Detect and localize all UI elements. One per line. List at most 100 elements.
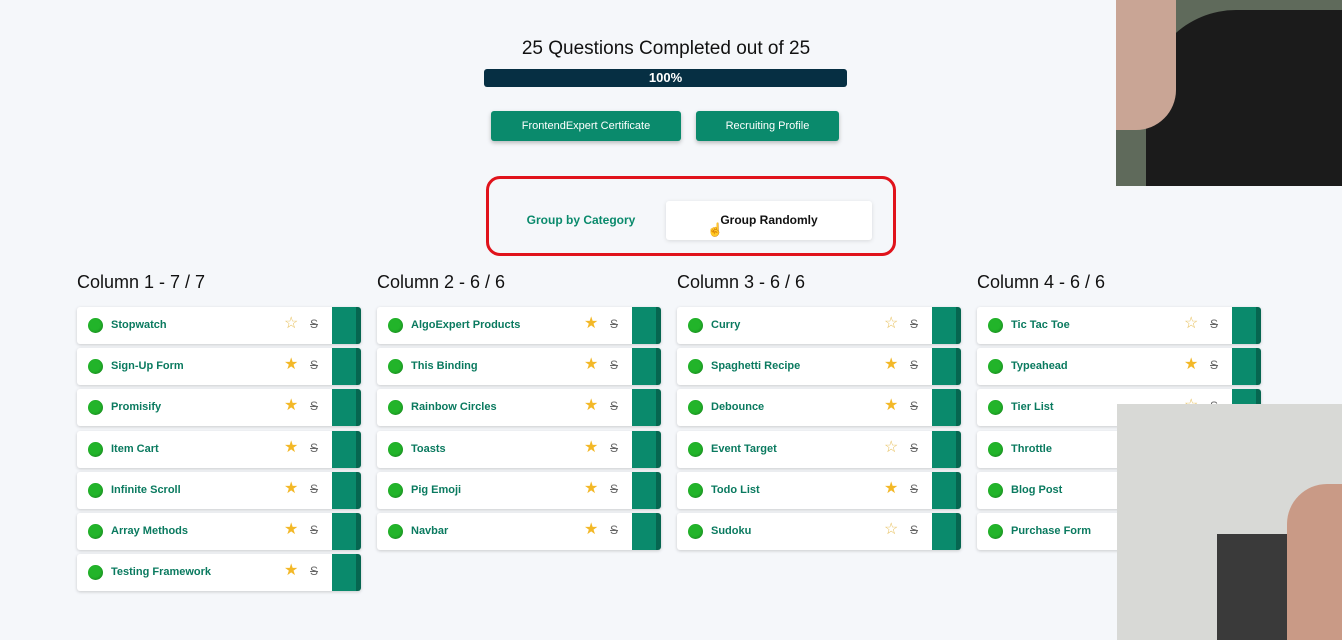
star-icon[interactable]: ☆ bbox=[1184, 315, 1198, 333]
question-name[interactable]: Tier List bbox=[1011, 389, 1054, 426]
strikethrough-icon[interactable]: S bbox=[910, 358, 918, 372]
question-card[interactable]: This Binding ★ S bbox=[377, 348, 661, 386]
question-open-tab[interactable] bbox=[632, 348, 661, 386]
question-card[interactable]: Array Methods ★ S bbox=[77, 512, 361, 550]
strikethrough-icon[interactable]: S bbox=[910, 317, 918, 331]
strikethrough-icon[interactable]: S bbox=[310, 523, 318, 537]
question-card[interactable]: Debounce ★ S bbox=[677, 389, 961, 427]
question-name[interactable]: Curry bbox=[711, 307, 740, 344]
star-icon[interactable]: ★ bbox=[284, 439, 298, 457]
strikethrough-icon[interactable]: S bbox=[310, 399, 318, 413]
question-open-tab[interactable] bbox=[632, 307, 661, 344]
question-card[interactable]: Typeahead ★ S bbox=[977, 348, 1261, 386]
certificate-button[interactable]: FrontendExpert Certificate bbox=[491, 111, 681, 141]
question-name[interactable]: This Binding bbox=[411, 348, 478, 385]
star-icon[interactable]: ☆ bbox=[884, 439, 898, 457]
question-name[interactable]: Testing Framework bbox=[111, 554, 211, 591]
strikethrough-icon[interactable]: S bbox=[910, 523, 918, 537]
strikethrough-icon[interactable]: S bbox=[610, 441, 618, 455]
question-open-tab[interactable] bbox=[632, 430, 661, 468]
question-open-tab[interactable] bbox=[932, 430, 961, 468]
question-name[interactable]: Todo List bbox=[711, 472, 760, 509]
strikethrough-icon[interactable]: S bbox=[610, 523, 618, 537]
question-card[interactable]: Sign-Up Form ★ S bbox=[77, 348, 361, 386]
question-open-tab[interactable] bbox=[632, 512, 661, 550]
question-open-tab[interactable] bbox=[332, 471, 361, 509]
strikethrough-icon[interactable]: S bbox=[1210, 358, 1218, 372]
question-name[interactable]: AlgoExpert Products bbox=[411, 307, 520, 344]
question-card[interactable]: Spaghetti Recipe ★ S bbox=[677, 348, 961, 386]
star-icon[interactable]: ★ bbox=[584, 480, 598, 498]
question-open-tab[interactable] bbox=[932, 512, 961, 550]
question-open-tab[interactable] bbox=[332, 554, 361, 592]
strikethrough-icon[interactable]: S bbox=[1210, 317, 1218, 331]
question-name[interactable]: Event Target bbox=[711, 431, 777, 468]
question-name[interactable]: Item Cart bbox=[111, 431, 159, 468]
question-open-tab[interactable] bbox=[332, 389, 361, 427]
star-icon[interactable]: ★ bbox=[884, 397, 898, 415]
strikethrough-icon[interactable]: S bbox=[310, 317, 318, 331]
star-icon[interactable]: ★ bbox=[584, 356, 598, 374]
question-card[interactable]: Infinite Scroll ★ S bbox=[77, 471, 361, 509]
star-icon[interactable]: ☆ bbox=[884, 521, 898, 539]
question-card[interactable]: Todo List ★ S bbox=[677, 471, 961, 509]
question-card[interactable]: Tic Tac Toe ☆ S bbox=[977, 307, 1261, 344]
question-name[interactable]: Promisify bbox=[111, 389, 161, 426]
question-open-tab[interactable] bbox=[332, 307, 361, 344]
question-name[interactable]: Array Methods bbox=[111, 513, 188, 550]
question-name[interactable]: Sudoku bbox=[711, 513, 751, 550]
question-card[interactable]: Item Cart ★ S bbox=[77, 430, 361, 468]
question-open-tab[interactable] bbox=[932, 389, 961, 427]
strikethrough-icon[interactable]: S bbox=[310, 358, 318, 372]
question-card[interactable]: Toasts ★ S bbox=[377, 430, 661, 468]
question-name[interactable]: Blog Post bbox=[1011, 472, 1062, 509]
star-icon[interactable]: ★ bbox=[584, 521, 598, 539]
question-name[interactable]: Throttle bbox=[1011, 431, 1052, 468]
strikethrough-icon[interactable]: S bbox=[310, 441, 318, 455]
question-open-tab[interactable] bbox=[332, 512, 361, 550]
question-name[interactable]: Spaghetti Recipe bbox=[711, 348, 800, 385]
question-name[interactable]: Sign-Up Form bbox=[111, 348, 184, 385]
question-card[interactable]: Testing Framework ★ S bbox=[77, 554, 361, 592]
star-icon[interactable]: ☆ bbox=[284, 315, 298, 333]
strikethrough-icon[interactable]: S bbox=[610, 358, 618, 372]
question-open-tab[interactable] bbox=[932, 471, 961, 509]
star-icon[interactable]: ★ bbox=[284, 480, 298, 498]
question-open-tab[interactable] bbox=[332, 348, 361, 386]
question-card[interactable]: Stopwatch ☆ S bbox=[77, 307, 361, 344]
strikethrough-icon[interactable]: S bbox=[910, 441, 918, 455]
strikethrough-icon[interactable]: S bbox=[910, 399, 918, 413]
question-open-tab[interactable] bbox=[1232, 348, 1261, 386]
star-icon[interactable]: ★ bbox=[584, 397, 598, 415]
star-icon[interactable]: ★ bbox=[1184, 356, 1198, 374]
group-by-category-option[interactable]: Group by Category bbox=[496, 201, 666, 240]
question-name[interactable]: Toasts bbox=[411, 431, 446, 468]
strikethrough-icon[interactable]: S bbox=[910, 482, 918, 496]
question-card[interactable]: Promisify ★ S bbox=[77, 389, 361, 427]
star-icon[interactable]: ★ bbox=[284, 356, 298, 374]
strikethrough-icon[interactable]: S bbox=[610, 317, 618, 331]
star-icon[interactable]: ★ bbox=[884, 356, 898, 374]
question-open-tab[interactable] bbox=[632, 389, 661, 427]
question-open-tab[interactable] bbox=[932, 348, 961, 386]
star-icon[interactable]: ★ bbox=[584, 315, 598, 333]
question-name[interactable]: Stopwatch bbox=[111, 307, 167, 344]
question-card[interactable]: Rainbow Circles ★ S bbox=[377, 389, 661, 427]
question-card[interactable]: Sudoku ☆ S bbox=[677, 512, 961, 550]
question-open-tab[interactable] bbox=[932, 307, 961, 344]
question-card[interactable]: AlgoExpert Products ★ S bbox=[377, 307, 661, 344]
group-randomly-option[interactable]: Group Randomly bbox=[666, 201, 872, 240]
question-card[interactable]: Navbar ★ S bbox=[377, 512, 661, 550]
question-name[interactable]: Rainbow Circles bbox=[411, 389, 497, 426]
star-icon[interactable]: ★ bbox=[284, 397, 298, 415]
question-name[interactable]: Tic Tac Toe bbox=[1011, 307, 1070, 344]
question-open-tab[interactable] bbox=[632, 471, 661, 509]
strikethrough-icon[interactable]: S bbox=[310, 482, 318, 496]
recruiting-profile-button[interactable]: Recruiting Profile bbox=[696, 111, 839, 141]
star-icon[interactable]: ★ bbox=[284, 562, 298, 580]
strikethrough-icon[interactable]: S bbox=[310, 564, 318, 578]
question-name[interactable]: Debounce bbox=[711, 389, 764, 426]
question-name[interactable]: Infinite Scroll bbox=[111, 472, 181, 509]
question-name[interactable]: Navbar bbox=[411, 513, 448, 550]
star-icon[interactable]: ☆ bbox=[884, 315, 898, 333]
